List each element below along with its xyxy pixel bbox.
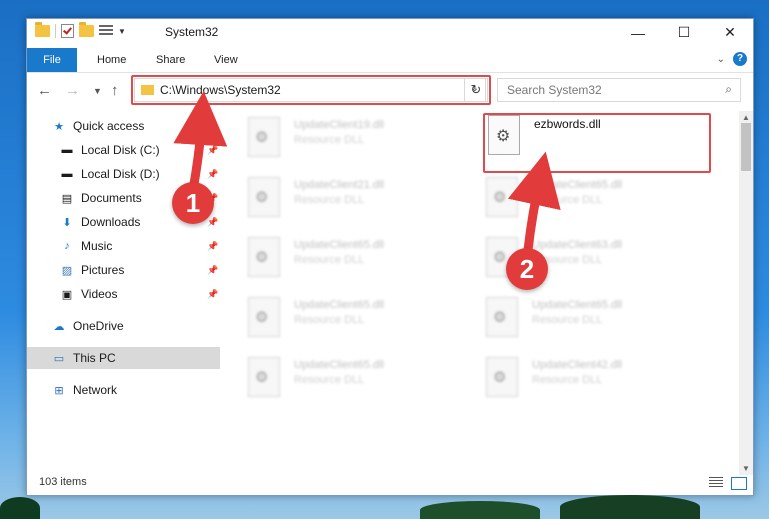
callout-arrow-2 [507, 151, 561, 251]
step-badge-2: 2 [506, 248, 548, 290]
step-badge-1: 1 [172, 182, 214, 224]
wallpaper-foliage [420, 501, 540, 519]
callout-arrow-1 [173, 91, 228, 191]
wallpaper-foliage [0, 497, 40, 519]
wallpaper-foliage [560, 495, 700, 519]
callout-arrows [173, 91, 561, 251]
